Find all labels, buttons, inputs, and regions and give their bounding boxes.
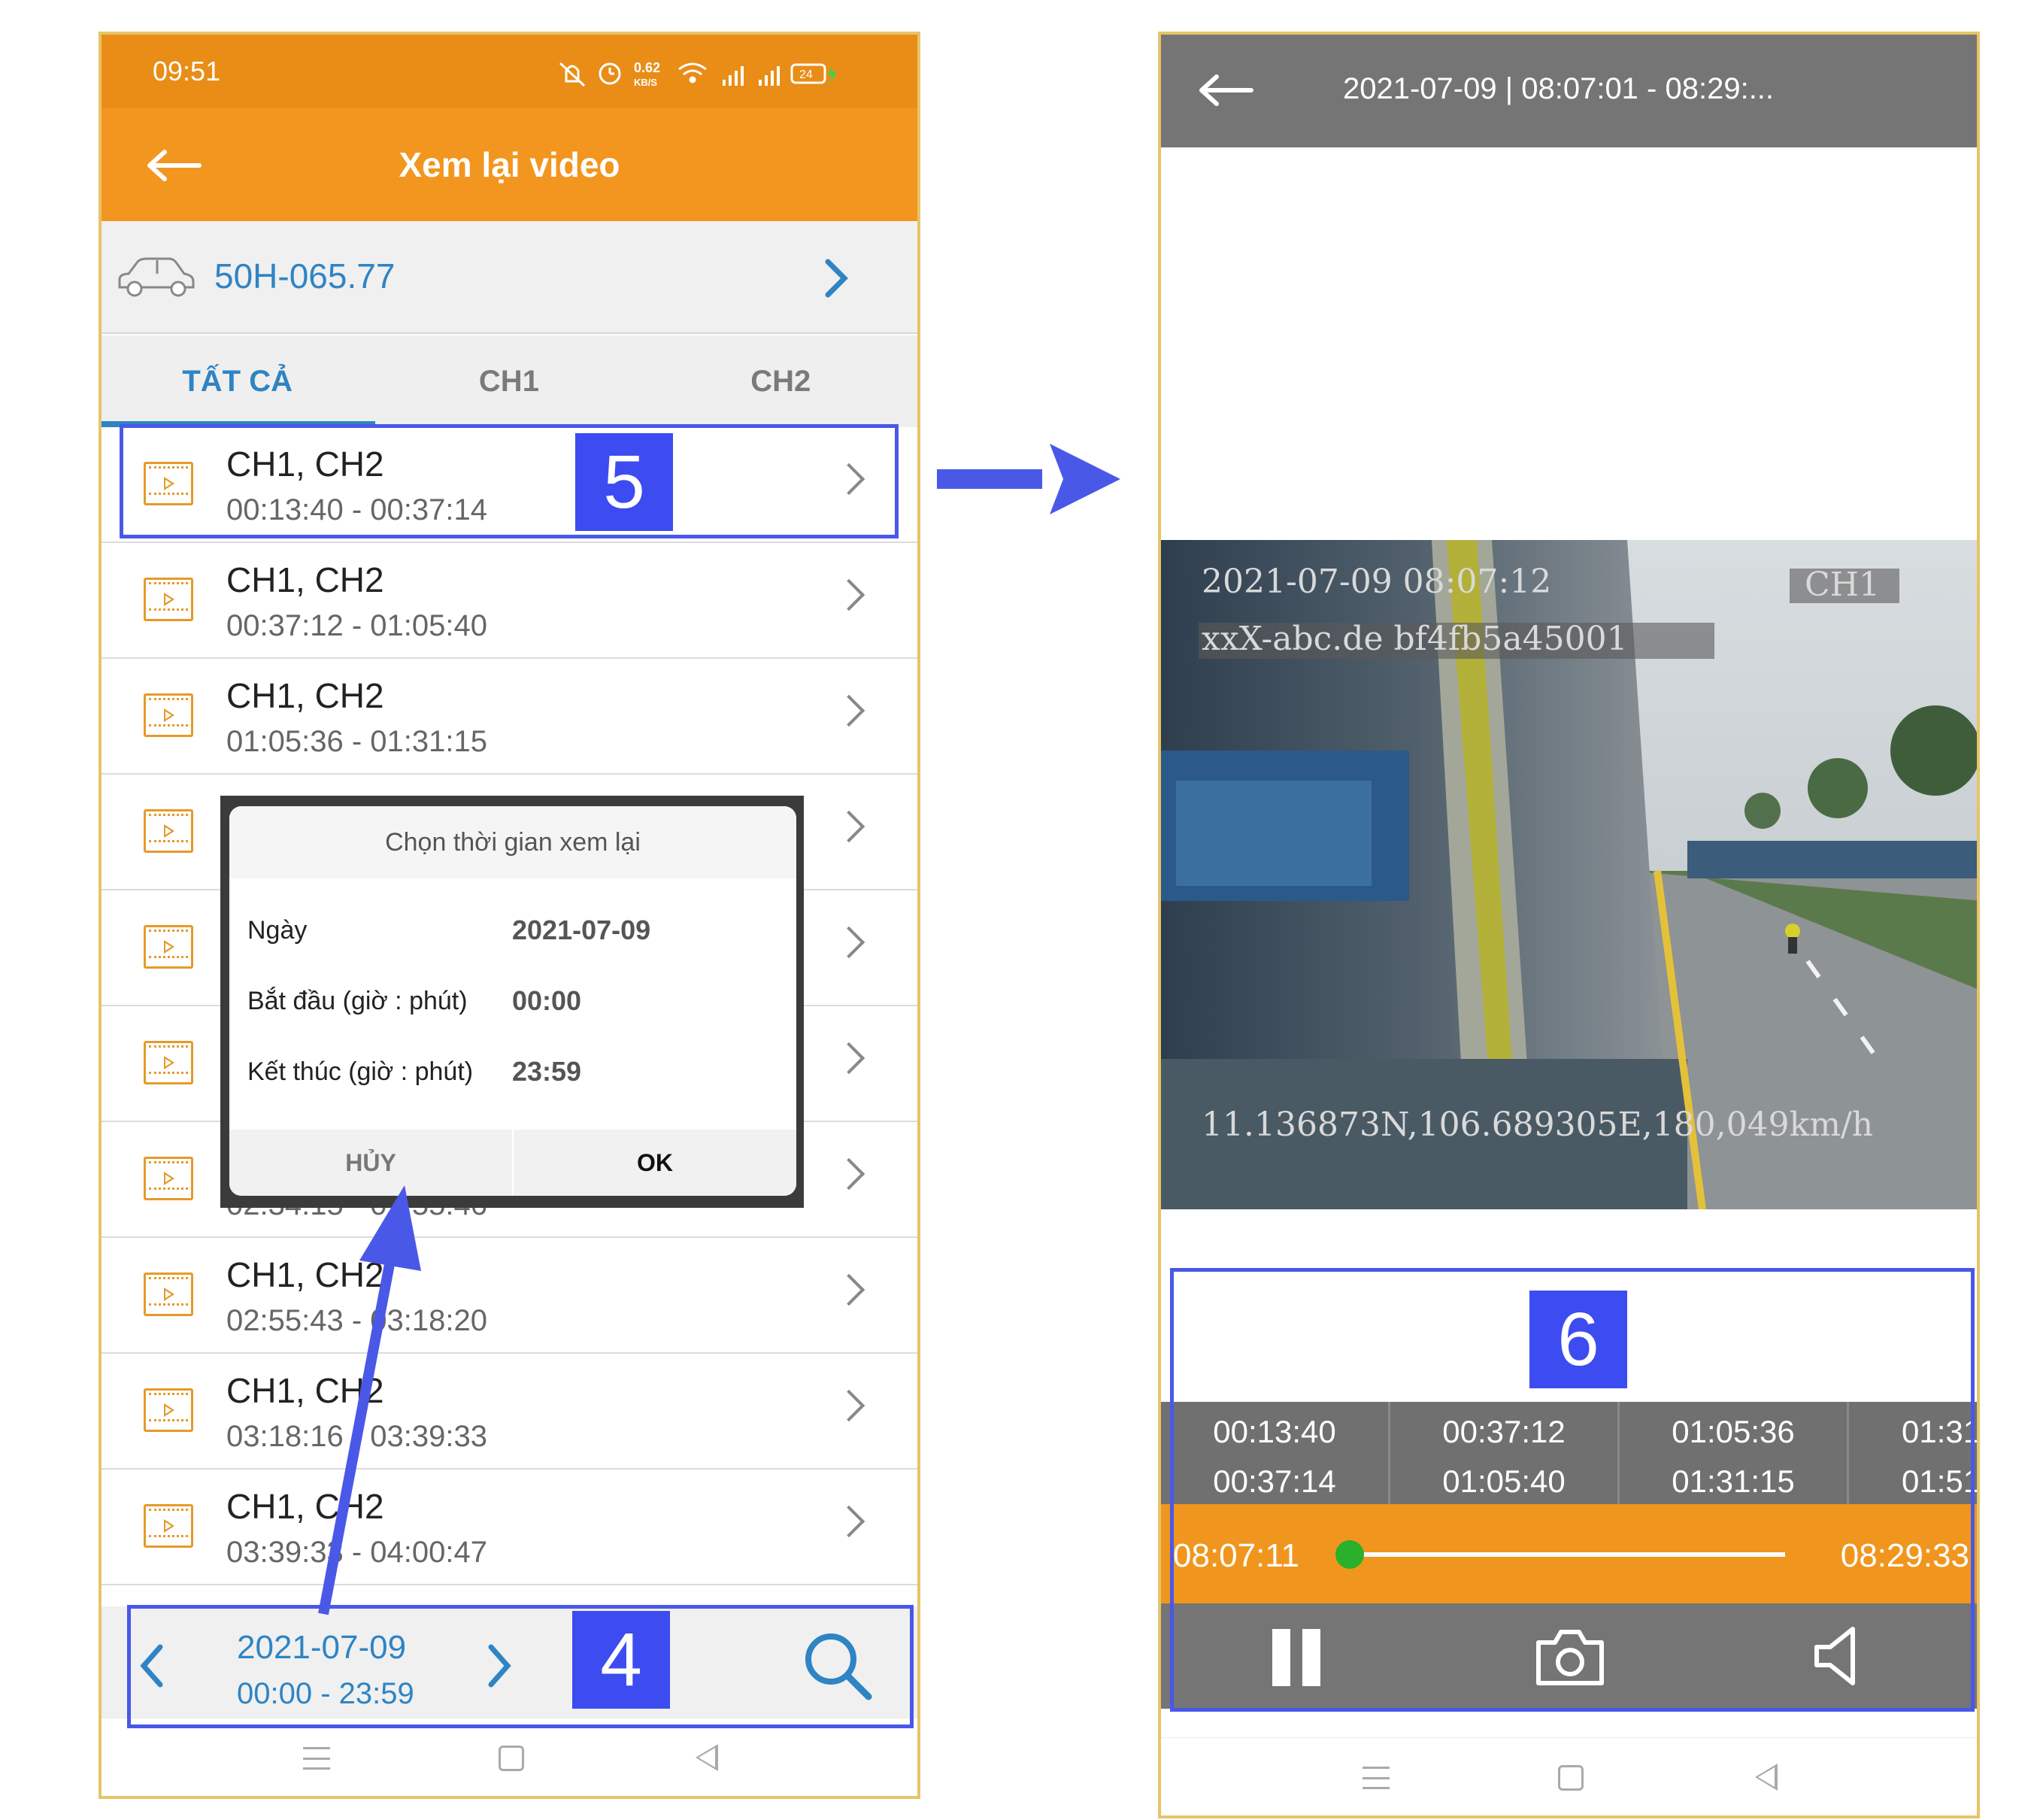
- system-nav-bar: [1161, 1737, 1977, 1815]
- arrow-right-annotation: [937, 444, 1120, 514]
- player-top-bar: 2021-07-09 | 08:07:01 - 08:29:...: [1161, 35, 1977, 147]
- back-icon[interactable]: [1755, 1764, 1778, 1791]
- right-phone-screen: 2021-07-09 | 08:07:01 - 08:29:... 2021-0…: [1158, 32, 1980, 1818]
- video-frame[interactable]: 2021-07-09 08:07:12 CH1 xxX-abc.de bf4fb…: [1161, 540, 1977, 1209]
- video-device-id: xxX-abc.de bf4fb5a45001: [1202, 620, 1628, 658]
- player-title: 2021-07-09 | 08:07:01 - 08:29:...: [1343, 72, 1775, 105]
- annotation-badge-6: 6: [1529, 1291, 1627, 1388]
- back-arrow-icon[interactable]: [1197, 68, 1257, 113]
- menu-icon[interactable]: [1363, 1767, 1390, 1789]
- home-icon[interactable]: [1558, 1765, 1584, 1791]
- video-timestamp: 2021-07-09 08:07:12: [1202, 563, 1551, 601]
- video-gps: 11.136873N,106.689305E,180,049km/h: [1202, 1106, 1873, 1144]
- dashcam-video: 2021-07-09 08:07:12 CH1 xxX-abc.de bf4fb…: [1161, 540, 1977, 1209]
- arrow-up-annotation: [318, 1185, 421, 1615]
- video-channel: CH1: [1805, 566, 1880, 604]
